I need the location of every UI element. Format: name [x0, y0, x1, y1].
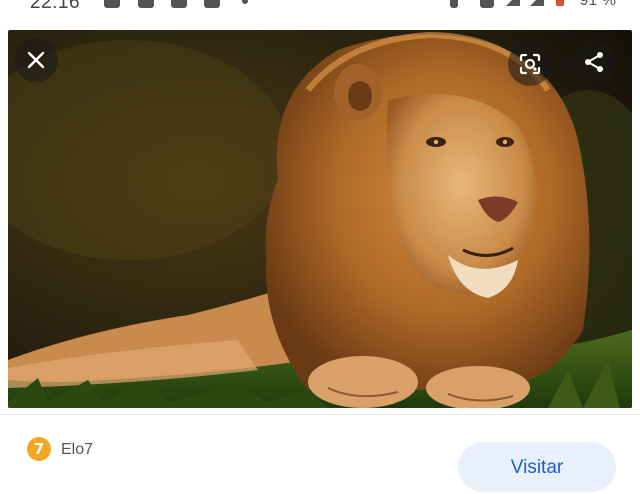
site-favicon-icon: 7 — [27, 437, 51, 461]
app-notification-icon — [204, 0, 220, 8]
lens-button[interactable] — [508, 42, 552, 86]
gallery-notification-icon — [104, 0, 120, 8]
close-icon — [27, 51, 45, 69]
site-name[interactable]: Elo7 — [61, 441, 93, 459]
share-icon — [585, 52, 603, 72]
favicon-letter: 7 — [33, 440, 45, 458]
dot-indicator-icon — [242, 0, 248, 4]
app-notification-icon — [171, 0, 187, 8]
image-viewer[interactable] — [8, 30, 632, 408]
battery-icon — [556, 0, 564, 6]
signal-icon — [530, 0, 544, 6]
close-button[interactable] — [14, 38, 58, 82]
divider — [0, 414, 640, 415]
status-time: 22:16 — [30, 0, 81, 13]
status-bar: 22:16 91 % — [0, 0, 640, 14]
source-row: 7 Elo7 Visitar — [0, 425, 640, 492]
wifi-icon — [480, 0, 494, 8]
bluetooth-icon — [450, 0, 458, 8]
visit-button[interactable]: Visitar — [458, 442, 616, 492]
signal-icon — [506, 0, 520, 6]
battery-percent: 91 % — [579, 0, 616, 9]
google-lens-icon — [519, 53, 541, 75]
app-notification-icon — [138, 0, 154, 8]
share-button[interactable] — [572, 40, 616, 84]
lion-image — [8, 30, 632, 408]
